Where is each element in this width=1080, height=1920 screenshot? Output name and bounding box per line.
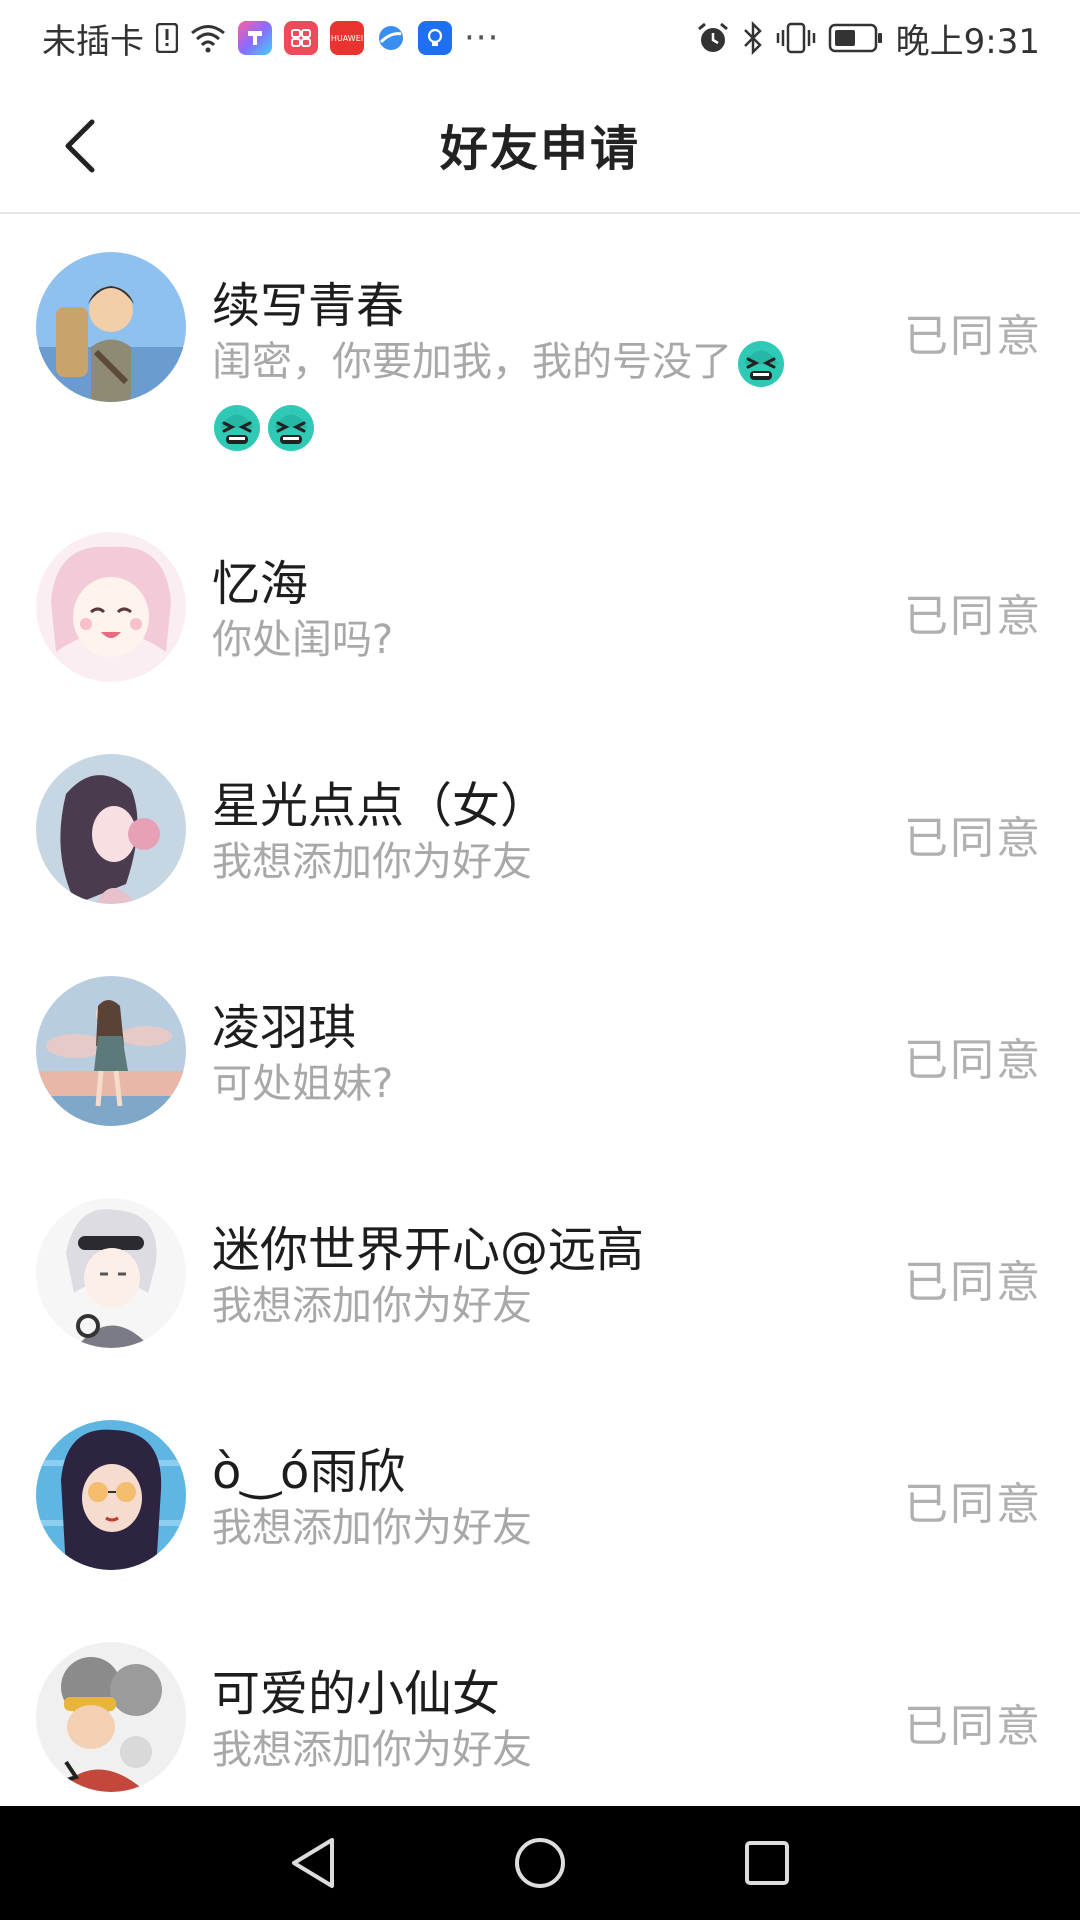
carrier-text: 未插卡 (42, 21, 144, 62)
nav-recents-button[interactable] (727, 1823, 807, 1903)
app-icon-1 (238, 21, 272, 55)
sim-alert-icon (156, 23, 178, 53)
list-item[interactable]: 续写青春 闺密，你要加我，我的号没了 已同意 (0, 216, 1080, 496)
tired-face-emoji-icon (736, 339, 786, 389)
avatar[interactable] (36, 976, 186, 1126)
tired-face-emoji-icon (212, 403, 262, 453)
battery-icon (828, 22, 884, 54)
avatar[interactable] (36, 1198, 186, 1348)
list-item[interactable]: 凌羽琪 可处姐妹? 已同意 (0, 944, 1080, 1154)
request-message: 我想添加你为好友 (212, 1727, 532, 1773)
huawei-label: HUAWEI (330, 33, 364, 43)
request-status: 已同意 (904, 1035, 1042, 1086)
avatar[interactable] (36, 1642, 186, 1792)
chevron-left-icon (65, 119, 95, 173)
status-left: 未插卡 HUAWEI ··· (42, 14, 499, 63)
page-title: 好友申请 (439, 121, 640, 177)
request-message: 我想添加你为好友 (212, 1283, 532, 1329)
list-item[interactable]: 星光点点（女） 我想添加你为好友 已同意 (0, 722, 1080, 932)
request-name: 凌羽琪 (212, 1000, 357, 1056)
tired-face-emoji-icon (266, 403, 316, 453)
avatar[interactable] (36, 532, 186, 682)
request-message-text: 闺密，你要加我，我的号没了 (212, 339, 732, 385)
request-status: 已同意 (904, 813, 1042, 864)
clock-text: 晚上9:31 (895, 21, 1040, 62)
list-item[interactable]: 忆海 你处闺吗? 已同意 (0, 500, 1080, 710)
more-notifications-icon: ··· (464, 18, 500, 58)
request-name: 忆海 (212, 556, 309, 612)
request-message: 我想添加你为好友 (212, 839, 532, 885)
avatar[interactable] (36, 252, 186, 402)
home-circle-icon (514, 1838, 565, 1888)
app-icon-bulb (418, 21, 452, 55)
request-status: 已同意 (904, 591, 1042, 642)
request-name: 续写青春 (212, 278, 405, 334)
request-name: 可爱的小仙女 (212, 1666, 501, 1722)
list-item[interactable]: 迷你世界开心@远高 我想添加你为好友 已同意 (0, 1166, 1080, 1376)
request-message: 闺密，你要加我，我的号没了 (212, 330, 862, 458)
avatar[interactable] (36, 754, 186, 904)
browser-icon (376, 23, 406, 53)
system-nav-bar (0, 1806, 1080, 1920)
request-message: 你处闺吗? (212, 617, 394, 663)
huawei-app-icon: HUAWEI (330, 21, 364, 55)
status-bar: 未插卡 HUAWEI ··· 晚上9:31 (0, 0, 1080, 76)
page-header: 好友申请 (0, 76, 1080, 214)
back-triangle-icon (292, 1838, 335, 1888)
request-status: 已同意 (904, 1479, 1042, 1530)
app-icon-2 (284, 21, 318, 55)
status-right: 晚上9:31 (696, 14, 1040, 63)
avatar[interactable] (36, 1420, 186, 1570)
list-item[interactable]: 可爱的小仙女 我想添加你为好友 已同意 (0, 1610, 1080, 1810)
wifi-icon (190, 23, 226, 53)
recents-square-icon (744, 1841, 789, 1885)
request-message: 可处姐妹? (212, 1061, 394, 1107)
request-status: 已同意 (904, 1701, 1042, 1752)
back-button[interactable] (50, 116, 110, 176)
request-name: 星光点点（女） (212, 778, 549, 834)
request-status: 已同意 (904, 1257, 1042, 1308)
nav-back-button[interactable] (273, 1823, 353, 1903)
request-status: 已同意 (904, 311, 1042, 362)
list-item[interactable]: ò‿ó雨欣 我想添加你为好友 已同意 (0, 1388, 1080, 1598)
nav-home-button[interactable] (500, 1823, 580, 1903)
request-message: 我想添加你为好友 (212, 1505, 532, 1551)
vibrate-icon (776, 22, 816, 54)
bluetooth-icon (742, 21, 764, 55)
request-name: ò‿ó雨欣 (212, 1444, 406, 1500)
request-name: 迷你世界开心@远高 (212, 1222, 645, 1278)
alarm-icon (696, 21, 730, 55)
